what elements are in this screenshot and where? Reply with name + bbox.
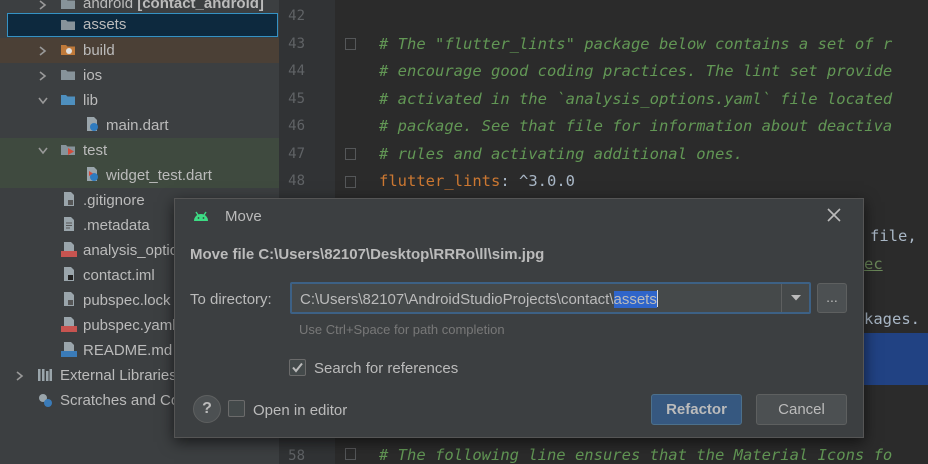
move-file-heading: Move file C:\Users\82107\Desktop\RRRo\ll… [190,246,545,263]
libraries-icon [38,369,52,381]
dart-file-icon [87,167,98,181]
tree-item-main-dart[interactable]: main.dart [0,113,279,138]
refactor-button[interactable]: Refactor [651,394,742,425]
path-completion-hint: Use Ctrl+Space for path completion [299,322,505,337]
line-number: 43 [288,36,305,52]
directory-selected-text: assets [613,291,657,308]
tree-item-lib[interactable]: lib [0,88,279,113]
move-dialog: Move Move file C:\Users\82107\Desktop\RR… [174,198,864,438]
code-selection-highlight [864,333,928,385]
line-number: 44 [288,63,305,79]
fold-marker-icon[interactable] [345,448,356,460]
folder-icon [61,70,75,80]
directory-combobox[interactable]: C:\Users\82107\AndroidStudioProjects\con… [290,282,811,314]
code-line: # rules and activating additional ones. [379,145,743,163]
tree-item-label: contact.iml [83,267,155,284]
folder-icon [61,0,75,9]
scratches-icon [39,394,52,407]
tree-item-widget-test-dart[interactable]: widget_test.dart [0,163,279,188]
fold-marker-icon[interactable] [345,148,356,160]
chevron-right-icon[interactable] [38,0,48,10]
dropdown-arrow-icon[interactable] [781,284,809,312]
module-name: [contact_android] [137,0,264,12]
tree-item-label: ios [83,67,103,84]
tree-item-label: android [83,0,134,12]
code-fragment: file, [870,227,917,245]
yaml-key: flutter_lints [379,172,501,190]
tree-item-label: main.dart [106,117,169,134]
code-fragment: kages. [864,310,920,328]
tree-item-label: analysis_optic [83,242,178,259]
line-number: 47 [288,146,305,162]
iml-file-icon [64,267,74,281]
open-in-editor-checkbox[interactable] [228,400,245,417]
line-number: 42 [288,8,305,24]
tree-item-label: test [83,142,108,159]
code-fragment: ec [864,255,883,273]
code-line: flutter_lints: ^3.0.0 [379,172,575,190]
chevron-right-icon[interactable] [38,45,48,56]
browse-button[interactable]: ... [817,283,847,313]
yml-file-icon [61,317,77,332]
directory-input[interactable]: C:\Users\82107\AndroidStudioProjects\con… [300,290,658,308]
tree-item-label: README.md [83,342,173,359]
android-icon [194,211,208,221]
close-icon[interactable] [825,206,843,224]
yml-file-icon [61,242,77,257]
tree-item-label: build [83,42,115,59]
code-line: # The following line ensures that the Ma… [379,446,893,464]
yaml-colon: : [500,172,510,190]
checkmark-icon [292,362,303,373]
open-in-editor-label[interactable]: Open in editor [253,402,347,419]
source-folder-icon [61,95,75,105]
md-file-icon [61,342,77,357]
code-line: # encourage good coding practices. The l… [379,62,893,80]
tree-item-test[interactable]: test [0,138,279,163]
code-line: # The "flutter_lints" package below cont… [379,35,893,53]
code-line: # package. See that file for information… [379,117,893,135]
chevron-down-icon[interactable] [38,96,48,106]
fold-marker-icon[interactable] [345,38,356,50]
chevron-down-icon[interactable] [38,146,48,156]
yaml-value: ^3.0.0 [509,172,575,190]
tree-item-build[interactable]: build [0,38,279,63]
chevron-right-icon[interactable] [38,70,48,81]
tree-item-label: assets [83,16,127,33]
test-folder-icon [61,145,75,155]
tree-item-ios[interactable]: ios [0,63,279,88]
code-line: # activated in the `analysis_options.yam… [379,90,893,108]
file-icon [64,292,74,306]
tree-item-label: widget_test.dart [106,167,212,184]
help-button[interactable]: ? [193,395,221,423]
line-number: 48 [288,173,305,189]
tree-item-assets[interactable]: assets [7,13,278,37]
tree-item-label: lib [83,92,99,109]
cancel-button[interactable]: Cancel [756,394,847,425]
dart-file-icon [87,117,98,131]
line-number: 45 [288,91,305,107]
tree-item-label: Scratches and Co [60,392,180,409]
file-icon [64,192,74,206]
dialog-title-bar[interactable]: Move [175,199,863,235]
tree-item-label: pubspec.yaml [83,317,176,334]
to-directory-label: To directory: [190,291,272,308]
directory-path: C:\Users\82107\AndroidStudioProjects\con… [300,291,614,308]
fold-marker-icon[interactable] [345,176,356,188]
line-number: 58 [288,448,305,464]
tree-item-label: pubspec.lock [83,292,171,309]
dialog-title: Move [225,208,262,225]
folder-icon [61,20,75,30]
search-references-label[interactable]: Search for references [314,360,458,377]
line-number: 46 [288,118,305,134]
tree-item-label: External Libraries [60,367,177,384]
tree-item-label: .metadata [83,217,150,234]
chevron-right-icon[interactable] [15,370,25,381]
excluded-folder-icon [61,45,75,55]
tree-item-label: .gitignore [83,192,145,209]
search-references-checkbox[interactable] [289,359,306,376]
file-icon [64,217,74,231]
text-caret [656,290,658,307]
